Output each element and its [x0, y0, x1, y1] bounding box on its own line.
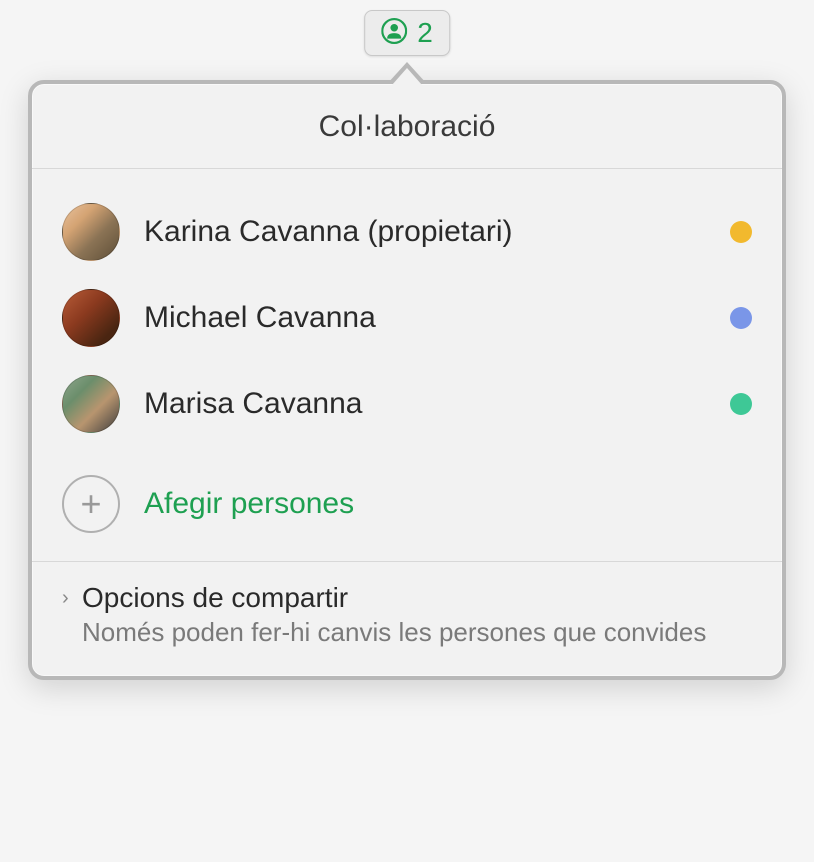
share-options-subtitle: Només poden fer-hi canvis les persones q…	[82, 616, 752, 650]
participant-name: Michael Cavanna	[144, 301, 706, 335]
avatar	[62, 203, 120, 261]
avatar	[62, 289, 120, 347]
participant-row[interactable]: Karina Cavanna (propietari)	[62, 189, 752, 275]
participant-row[interactable]: Michael Cavanna	[62, 275, 752, 361]
avatar	[62, 375, 120, 433]
add-people-label: Afegir persones	[144, 487, 354, 521]
share-options-toggle[interactable]: › Opcions de compartir	[62, 582, 752, 614]
status-dot	[730, 393, 752, 415]
participant-name: Karina Cavanna (propietari)	[144, 215, 706, 249]
popover-title: Col·laboració	[32, 84, 782, 169]
plus-icon: +	[62, 475, 120, 533]
share-options-section: › Opcions de compartir Només poden fer-h…	[32, 561, 782, 676]
status-dot	[730, 307, 752, 329]
add-people-button[interactable]: + Afegir persones	[32, 457, 782, 561]
participant-row[interactable]: Marisa Cavanna	[62, 361, 752, 447]
participants-list: Karina Cavanna (propietari) Michael Cava…	[32, 169, 782, 457]
person-icon	[381, 18, 407, 49]
collaboration-popover: Col·laboració Karina Cavanna (propietari…	[28, 80, 786, 680]
popover-arrow	[387, 62, 427, 84]
participant-name: Marisa Cavanna	[144, 387, 706, 421]
share-options-title: Opcions de compartir	[82, 582, 348, 614]
chevron-right-icon: ›	[62, 587, 78, 610]
status-dot	[730, 221, 752, 243]
participant-count: 2	[417, 17, 433, 49]
collaboration-toolbar-button[interactable]: 2	[364, 10, 450, 56]
